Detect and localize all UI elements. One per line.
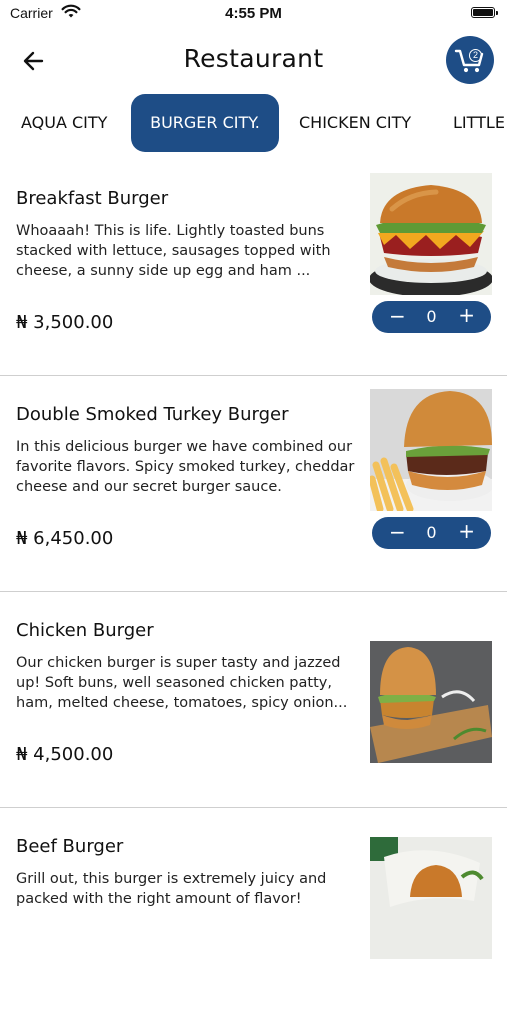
item-price: ₦ 4,500.00: [16, 744, 114, 765]
tab-little-c[interactable]: LITTLE C: [453, 94, 507, 152]
menu-item[interactable]: Chicken Burger Our chicken burger is sup…: [0, 592, 507, 808]
status-time: 4:55 PM: [225, 5, 282, 22]
tab-burger-city[interactable]: BURGER CITY.: [131, 94, 279, 152]
item-price: ₦ 3,500.00: [16, 312, 114, 333]
cart-button[interactable]: 2: [446, 36, 494, 84]
battery-icon: [471, 7, 498, 18]
item-name: Chicken Burger: [16, 620, 154, 641]
item-name: Double Smoked Turkey Burger: [16, 404, 289, 425]
menu-item[interactable]: Double Smoked Turkey Burger In this deli…: [0, 376, 507, 592]
increase-quantity-button[interactable]: +: [458, 519, 475, 543]
item-image: [370, 837, 492, 959]
item-price: ₦ 6,450.00: [16, 528, 114, 549]
status-bar: Carrier 4:55 PM: [0, 0, 507, 30]
quantity-stepper: − 0 +: [372, 301, 491, 333]
quantity-stepper: − 0 +: [372, 517, 491, 549]
category-tabs: AQUA CITY BURGER CITY. CHICKEN CITY LITT…: [0, 94, 507, 152]
item-description: Our chicken burger is super tasty and ja…: [16, 655, 348, 711]
item-description: Whoaaah! This is life. Lightly toasted b…: [16, 223, 331, 279]
tab-aqua-city[interactable]: AQUA CITY: [21, 94, 107, 152]
item-image: [370, 173, 492, 295]
item-image: [370, 641, 492, 763]
cart-count-badge: 2: [469, 49, 482, 62]
item-name: Beef Burger: [16, 836, 124, 857]
tab-chicken-city[interactable]: CHICKEN CITY: [299, 94, 411, 152]
item-image: [370, 389, 492, 511]
menu-item[interactable]: Breakfast Burger Whoaaah! This is life. …: [0, 160, 507, 376]
item-name: Breakfast Burger: [16, 188, 169, 209]
item-description: Grill out, this burger is extremely juic…: [16, 871, 327, 907]
item-description: In this delicious burger we have combine…: [16, 439, 355, 495]
increase-quantity-button[interactable]: +: [458, 303, 475, 327]
page-title: Restaurant: [183, 44, 324, 73]
app-header: Restaurant 2: [0, 32, 507, 90]
menu-item[interactable]: Beef Burger Grill out, this burger is ex…: [0, 808, 507, 1024]
